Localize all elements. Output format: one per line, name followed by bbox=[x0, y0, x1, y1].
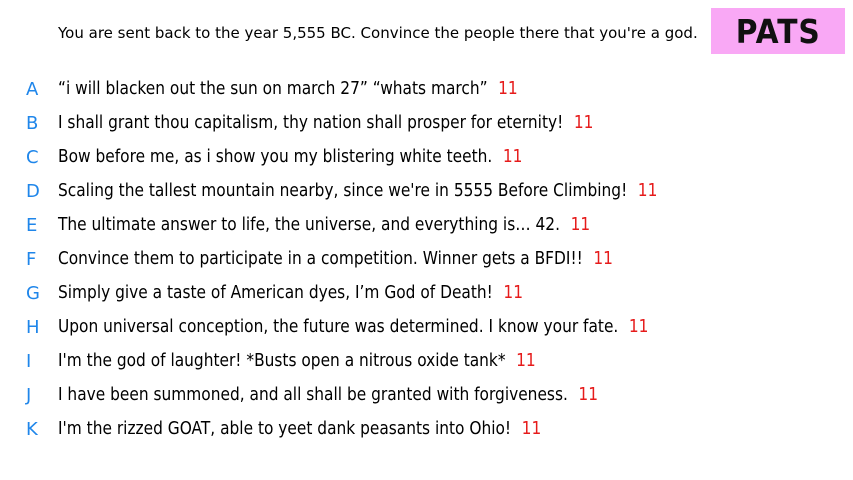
entry-text: Bow before me, as i show you my blisteri… bbox=[58, 147, 522, 167]
entry-score: 11 bbox=[498, 79, 518, 99]
entry-text-content: “i will blacken out the sun on march 27”… bbox=[58, 79, 488, 99]
entry-text: I have been summoned, and all shall be g… bbox=[58, 385, 598, 405]
entry-score: 11 bbox=[593, 249, 613, 269]
entry-letter: G bbox=[26, 282, 40, 304]
entry-letter: H bbox=[26, 316, 40, 338]
entry-letter: E bbox=[26, 214, 38, 236]
entry-letter: B bbox=[26, 112, 39, 134]
entry-text: Scaling the tallest mountain nearby, sin… bbox=[58, 181, 657, 201]
entry-letter: I bbox=[26, 350, 32, 372]
entry-score: 11 bbox=[628, 317, 649, 337]
entry-text: The ultimate answer to life, the univers… bbox=[58, 215, 590, 235]
badge-label: PATS bbox=[735, 11, 821, 51]
entry-text-content: I'm the rizzed GOAT, able to yeet dank p… bbox=[58, 419, 512, 439]
entry-score: 11 bbox=[573, 113, 594, 133]
entry-text-content: Bow before me, as i show you my blisteri… bbox=[58, 147, 493, 167]
entry-text: I'm the god of laughter! *Busts open a n… bbox=[58, 351, 536, 371]
entry-text-content: The ultimate answer to life, the univers… bbox=[58, 215, 561, 235]
entry-score: 11 bbox=[516, 351, 536, 371]
entry-score: 11 bbox=[502, 147, 523, 167]
entry-text-content: I shall grant thou capitalism, thy natio… bbox=[58, 113, 564, 133]
entry-text: Convince them to participate in a compet… bbox=[58, 249, 613, 269]
entry-letter: F bbox=[26, 248, 37, 270]
prompt-text: You are sent back to the year 5,555 BC. … bbox=[58, 24, 698, 42]
entry-letter: D bbox=[26, 180, 40, 202]
entry-score: 11 bbox=[570, 215, 591, 235]
entry-letter: C bbox=[26, 146, 39, 168]
entry-text-content: I'm the god of laughter! *Busts open a n… bbox=[58, 351, 506, 371]
entry-score: 11 bbox=[637, 181, 658, 201]
entry-text-content: Convince them to participate in a compet… bbox=[58, 249, 583, 269]
entry-text: “i will blacken out the sun on march 27”… bbox=[58, 79, 518, 99]
pats-badge: PATS bbox=[711, 8, 845, 54]
entry-text: I'm the rizzed GOAT, able to yeet dank p… bbox=[58, 419, 541, 439]
entry-score: 11 bbox=[578, 385, 599, 405]
entry-text-content: Upon universal conception, the future wa… bbox=[58, 317, 619, 337]
entry-text: I shall grant thou capitalism, thy natio… bbox=[58, 113, 593, 133]
entry-score: 11 bbox=[521, 419, 542, 439]
entry-score: 11 bbox=[503, 283, 524, 303]
entry-letter: K bbox=[26, 418, 38, 440]
entry-text: Simply give a taste of American dyes, I’… bbox=[58, 283, 523, 303]
entry-text-content: Simply give a taste of American dyes, I’… bbox=[58, 283, 493, 303]
entry-text-content: Scaling the tallest mountain nearby, sin… bbox=[58, 181, 628, 201]
entry-text-content: I have been summoned, and all shall be g… bbox=[58, 385, 568, 405]
entry-letter: J bbox=[26, 384, 32, 406]
entry-text: Upon universal conception, the future wa… bbox=[58, 317, 648, 337]
entry-letter: A bbox=[26, 78, 39, 100]
